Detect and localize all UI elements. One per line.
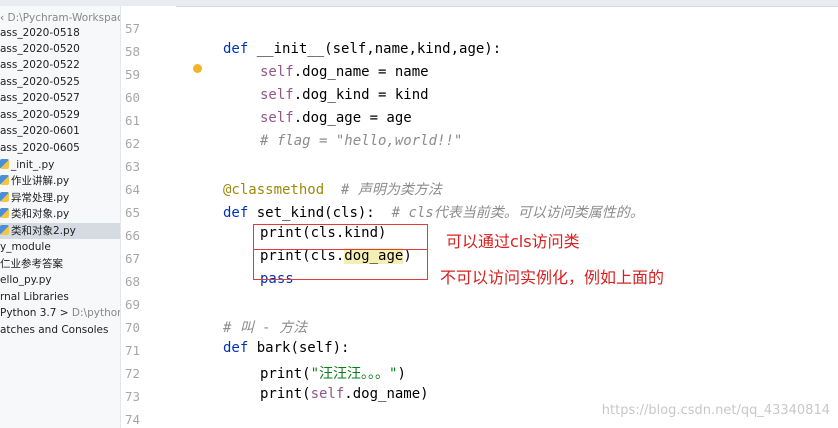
annotation-note-1: 可以通过cls访问类 [446,232,580,251]
code-line-71: def bark(self): [223,340,350,356]
code-line-73: print(self.dog_name) [260,386,429,402]
line-number: 71 [125,343,141,358]
annotation-note-2: 不可以访问实例化，例如上面的 [440,268,665,287]
line-number: 72 [125,366,141,381]
python-file-icon [0,159,9,169]
line-number: 74 [125,412,141,427]
line-number: 66 [125,228,141,243]
tree-root[interactable]: ‹ D:\Pychram-Workspace [0,10,121,26]
annotation-box-1 [253,224,428,250]
line-number-gutter: 57 58 59 60 61 62 63 64 65 66 67 68 69 7… [121,6,176,428]
line-number: 63 [125,159,141,174]
project-sidebar: ‹ D:\Pychram-Workspace ass_2020-0518 ass… [0,6,121,428]
code-line-58: def __init__(self,name,kind,age): [223,41,502,57]
tree-item-python-sdk[interactable]: Python 3.7 > D:\python [0,305,120,321]
tree-item-scratches[interactable]: atches and Consoles [0,322,109,338]
code-line-61: self.dog_age = age [260,110,412,126]
tree-item-folder[interactable]: y_module [0,239,51,255]
line-number: 60 [125,90,141,105]
tree-root-path: D:\Pychram-Workspace [7,12,121,24]
code-line-70: # 叫 - 方法 [223,320,308,336]
tree-item-folder[interactable]: ass_2020-0520 [0,41,80,57]
tree-item-file[interactable]: _init_.py [0,157,54,173]
watermark: https://blog.csdn.net/qq_43340814 [601,403,830,418]
tree-item-file-selected[interactable]: 类和对象2.py [0,223,120,239]
line-number: 70 [125,320,141,335]
tree-item-folder[interactable]: ass_2020-0518 [0,25,80,41]
tree-item-file[interactable]: 作业讲解.py [0,173,69,189]
code-line-72: print("汪汪汪。。。") [260,366,406,382]
tree-item-external-libraries[interactable]: rnal Libraries [0,289,69,305]
code-line-65: def set_kind(cls): # cls代表当前类。可以访问类属性的。 [223,205,644,221]
tree-item-folder[interactable]: ass_2020-0527 [0,90,80,106]
line-number: 59 [125,67,141,82]
tree-item-file[interactable]: 异常处理.py [0,190,69,206]
line-number: 69 [125,297,141,312]
code-line-64: @classmethod # 声明为类方法 [223,182,442,198]
tree-item-file[interactable]: 类和对象.py [0,206,69,222]
chevron-down-icon: ‹ [0,12,8,24]
tree-item-folder[interactable]: ass_2020-0601 [0,123,80,139]
line-number: 65 [125,205,141,220]
line-number: 64 [125,182,141,197]
line-number: 57 [125,21,141,36]
python-file-icon [0,225,9,235]
code-line-62: # flag = "hello,world!!" [260,133,463,149]
tree-item-file[interactable]: ello_py.py [0,272,52,288]
line-number: 73 [125,389,141,404]
line-number: 67 [125,251,141,266]
line-number: 61 [125,113,141,128]
line-number: 68 [125,274,141,289]
python-file-icon [0,208,9,218]
tree-item-folder[interactable]: ass_2020-0522 [0,57,80,73]
tree-item-folder[interactable]: ass_2020-0529 [0,107,80,123]
annotation-box-2 [253,249,428,280]
python-file-icon [0,192,9,202]
tree-item-folder[interactable]: ass_2020-0605 [0,140,80,156]
code-line-60: self.dog_kind = kind [260,87,429,103]
code-editor[interactable]: def __init__(self,name,kind,age): self.d… [176,6,838,428]
python-file-icon [0,175,9,185]
line-number: 58 [125,44,141,59]
line-number: 62 [125,136,141,151]
tree-item-folder[interactable]: 仁业参考答案 [0,256,63,272]
tree-item-folder[interactable]: ass_2020-0525 [0,74,80,90]
code-line-59: self.dog_name = name [260,64,429,80]
